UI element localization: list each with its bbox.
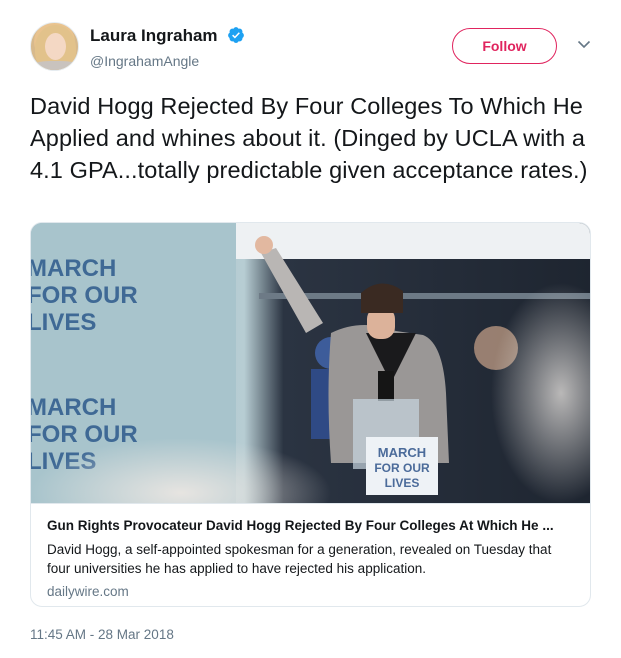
card-body[interactable]: Gun Rights Provocateur David Hogg Reject… bbox=[31, 503, 590, 606]
banner-line-4: MARCH bbox=[31, 394, 116, 421]
avatar[interactable] bbox=[30, 22, 79, 71]
banner-line-3: LIVES bbox=[31, 309, 96, 336]
card-title[interactable]: Gun Rights Provocateur David Hogg Reject… bbox=[47, 518, 576, 533]
banner-line-2: FOR OUR bbox=[31, 282, 138, 309]
card-image[interactable]: MARCH FOR OUR LIVES MARCH FOR OUR LIVES … bbox=[31, 223, 590, 503]
podium-sign-line-2: FOR OUR bbox=[374, 461, 430, 475]
follow-button[interactable]: Follow bbox=[452, 28, 557, 64]
chevron-down-icon[interactable] bbox=[576, 36, 592, 52]
card-domain: dailywire.com bbox=[47, 584, 129, 599]
banner-line-1: MARCH bbox=[31, 255, 116, 282]
link-card[interactable]: MARCH FOR OUR LIVES MARCH FOR OUR LIVES … bbox=[30, 222, 591, 607]
podium-sign-line-1: MARCH bbox=[378, 445, 426, 460]
author-block[interactable]: Laura Ingraham @IngrahamAngle bbox=[90, 26, 245, 69]
author-handle[interactable]: @IngrahamAngle bbox=[90, 53, 245, 69]
tweet-timestamp[interactable]: 11:45 AM - 28 Mar 2018 bbox=[30, 627, 174, 642]
tweet-text: David Hogg Rejected By Four Colleges To … bbox=[30, 93, 588, 183]
display-name[interactable]: Laura Ingraham bbox=[90, 26, 218, 46]
podium-sign-line-3: LIVES bbox=[385, 476, 420, 490]
tweet-header: Laura Ingraham @IngrahamAngle Follow bbox=[30, 22, 600, 74]
card-description: David Hogg, a self-appointed spokesman f… bbox=[47, 542, 552, 576]
rally-photo: MARCH FOR OUR LIVES MARCH FOR OUR LIVES … bbox=[31, 223, 590, 503]
verified-badge-icon bbox=[228, 26, 244, 43]
